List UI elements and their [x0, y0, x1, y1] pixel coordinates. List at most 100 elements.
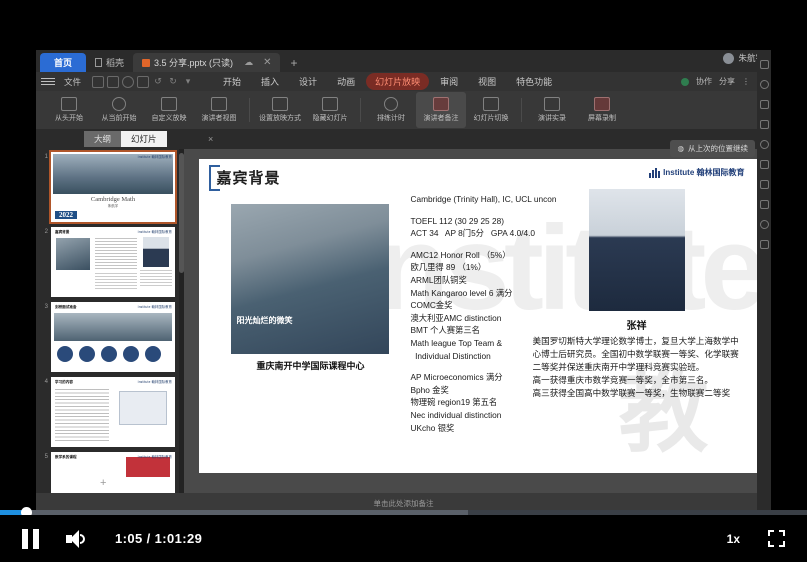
thumbnail-slide-4[interactable]: 学习的内容 Institute 翰林国际教育 — [51, 377, 175, 447]
ribbon-button-slide-switch[interactable]: 幻灯片切换 — [466, 92, 516, 128]
close-tab-icon[interactable]: ✕ — [263, 57, 271, 68]
new-tab-button[interactable]: + — [290, 56, 297, 70]
tab-document[interactable]: 3.5 分享.pptx (只读) ☁ ✕ — [133, 53, 281, 72]
ribbon-button-screen-record[interactable]: 屏幕录制 — [577, 92, 627, 128]
thumbnail-number: 4 — [44, 379, 48, 385]
thumbnail-item[interactable]: 5 数学系的课程 Institute 翰林国际教育 — [40, 452, 182, 493]
ribbon-button-label: 幻灯片切换 — [473, 115, 509, 122]
share-button[interactable]: 分享 — [719, 76, 735, 87]
ribbon-button-from-start[interactable]: 从头开始 — [44, 92, 94, 128]
app-menu-icon[interactable] — [41, 78, 55, 85]
align-icon[interactable] — [759, 200, 769, 209]
ribbon-button-setup-show[interactable]: 设置放映方式 — [255, 92, 305, 128]
more-tools-icon[interactable] — [759, 240, 769, 249]
playback-speed-button[interactable]: 1x — [727, 532, 740, 546]
thumbnail-item[interactable]: 2 嘉宾背景 Institute 翰林国际教育 — [40, 227, 182, 297]
ribbon-button-presenter-view[interactable]: 演讲者视图 — [194, 92, 244, 128]
menu-file[interactable]: 文件 — [59, 76, 86, 88]
ribbon-button-label: 隐藏幻灯片 — [312, 115, 348, 122]
undo-icon[interactable]: ↺ — [152, 76, 164, 88]
cloud-icon[interactable]: ☁ — [244, 57, 253, 68]
thumbnail-subtitle: 朱航宇 — [107, 204, 119, 208]
ribbon-tab-features[interactable]: 特色功能 — [507, 73, 561, 90]
ribbon-tab-view[interactable]: 视图 — [469, 73, 505, 90]
save-icon[interactable] — [107, 75, 120, 88]
video-player-frame: 首页 稻壳 3.5 分享.pptx (只读) ☁ ✕ + 朱航宇 文件 ↺ ↻ … — [0, 0, 807, 562]
tab-home[interactable]: 首页 — [40, 53, 87, 72]
print-icon[interactable] — [137, 75, 150, 88]
clock-icon[interactable] — [759, 220, 769, 229]
slide-editing-surface[interactable]: Institute 教 嘉宾背景 Institute 翰林国际教育 阳光灿烂的微… — [198, 159, 757, 473]
picture-icon[interactable] — [759, 140, 769, 149]
thumbnail-slide-2[interactable]: 嘉宾背景 Institute 翰林国际教育 — [51, 227, 175, 297]
folder-icon[interactable] — [92, 75, 105, 88]
ribbon-button-label: 演讲者备注 — [423, 115, 459, 122]
print-preview-icon[interactable] — [122, 75, 135, 88]
slide-logo: Institute 翰林国际教育 — [649, 167, 745, 178]
thumbnail-item[interactable]: 1 Cambridge Math 朱航宇 2022 Institute 翰林国际… — [40, 150, 182, 224]
thumbnail-title: 嘉宾背景 — [55, 230, 70, 234]
ribbon-tab-animation[interactable]: 动画 — [328, 73, 364, 90]
thumbnail-title: Cambridge Math — [90, 196, 136, 203]
presenter-view-icon — [211, 97, 227, 111]
ribbon-tab-start[interactable]: 开始 — [214, 73, 250, 90]
close-panel-icon[interactable]: × — [208, 134, 213, 144]
volume-on-icon[interactable] — [66, 529, 88, 548]
tab-home-label: 首页 — [54, 58, 73, 68]
ribbon-button-label: 从当前开始 — [101, 115, 137, 122]
ribbon-button-label: 设置放映方式 — [259, 115, 301, 122]
ribbon-button-rehearse-timing[interactable]: 排练计时 — [366, 92, 416, 128]
ai-assistant-icon[interactable] — [759, 100, 769, 109]
tab-outline[interactable]: 大纲 — [84, 131, 122, 147]
thumbnail-slide-1[interactable]: Cambridge Math 朱航宇 2022 Institute 翰林国际教育 — [49, 150, 177, 224]
thumbnail-item[interactable]: 3 剑桥面试准备 Institute 翰林国际教育 — [40, 302, 182, 372]
customize-qat-icon[interactable]: ▾ — [182, 76, 194, 88]
text-box-icon[interactable] — [759, 160, 769, 169]
slideshow-ribbon: 从头开始 从当前开始 自定义放映 演讲者视图 设置放映方式 隐藏幻灯片 排练计时… — [36, 91, 771, 129]
tab-slides[interactable]: 幻灯片 — [121, 131, 167, 147]
presenter-bio: 美国罗切斯特大学理论数学博士，复旦大学上海数学中心博士后研究员。全国初中数学联赛… — [532, 336, 739, 398]
pause-icon[interactable] — [22, 528, 39, 549]
guest-photo-left: 阳光灿烂的微笑 — [230, 204, 389, 354]
collab-button[interactable]: 协作 — [696, 76, 712, 87]
ribbon-button-label: 演讲者视图 — [201, 115, 237, 122]
thumbnail-number: 3 — [44, 304, 48, 310]
ribbon-button-from-current[interactable]: 从当前开始 — [94, 92, 144, 128]
ribbon-tab-design[interactable]: 设计 — [290, 73, 326, 90]
templates-icon[interactable] — [759, 60, 769, 69]
add-slide-button[interactable]: + — [100, 477, 106, 489]
ribbon-button-custom-show[interactable]: 自定义放映 — [144, 92, 194, 128]
redo-icon[interactable]: ↻ — [167, 76, 179, 88]
thumbnail-slide-3[interactable]: 剑桥面试准备 Institute 翰林国际教育 — [51, 302, 175, 372]
slide-canvas-area: ◍ 从上次的位置继续 Institute 教 嘉宾背景 Institute 翰林… — [184, 140, 771, 493]
time-display: 1:05 / 1:01:29 — [115, 531, 203, 546]
thumbnail-watermark: Institute 翰林国际教育 — [137, 230, 172, 234]
presenter-name: 张祥 — [626, 321, 647, 332]
thumbnail-item[interactable]: 4 学习的内容 Institute 翰林国际教育 — [40, 377, 182, 447]
slide-title[interactable]: 嘉宾背景 — [217, 167, 281, 188]
photo-under-caption: 重庆南开中学国际课程中心 — [256, 361, 365, 371]
slide-logo-text: Institute 翰林国际教育 — [663, 168, 745, 177]
status-dot-icon — [681, 77, 689, 86]
resume-position-notice[interactable]: ◍ 从上次的位置继续 — [670, 140, 755, 157]
notes-placeholder: 单击此处添加备注 — [373, 498, 434, 508]
ribbon-tab-slideshow[interactable]: 幻灯片放映 — [366, 73, 430, 90]
thumbnail-title: 剑桥面试准备 — [55, 305, 77, 309]
ribbon-tab-review[interactable]: 审阅 — [431, 73, 467, 90]
more-options-icon[interactable]: ⋮ — [742, 77, 750, 86]
ribbon-divider — [521, 98, 522, 122]
chart-icon[interactable] — [759, 120, 769, 129]
fullscreen-icon[interactable] — [768, 530, 785, 547]
tab-docer[interactable]: 稻壳 — [86, 53, 133, 72]
ribbon-divider — [360, 98, 361, 122]
tab-document-label: 3.5 分享.pptx (只读) — [154, 58, 234, 68]
ribbon-button-speaker-notes[interactable]: 演讲者备注 — [416, 92, 466, 128]
slide-thumbnail-panel[interactable]: 1 Cambridge Math 朱航宇 2022 Institute 翰林国际… — [36, 149, 184, 493]
ribbon-tab-insert[interactable]: 插入 — [252, 73, 288, 90]
decoration-icon[interactable] — [759, 180, 769, 189]
thumbnail-number: 2 — [44, 229, 48, 235]
ribbon-button-hide-slide[interactable]: 隐藏幻灯片 — [305, 92, 355, 128]
thumbnail-slide-5[interactable]: 数学系的课程 Institute 翰林国际教育 — [51, 452, 175, 493]
ribbon-button-record-presentation[interactable]: 演讲实录 — [527, 92, 577, 128]
history-icon[interactable] — [759, 80, 769, 89]
